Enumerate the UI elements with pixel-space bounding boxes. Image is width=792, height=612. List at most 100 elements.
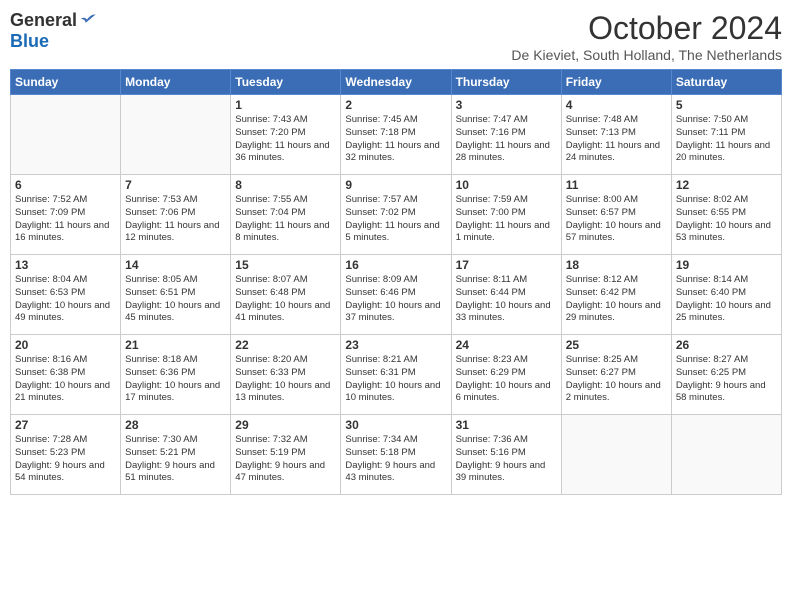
day-sun-data: Sunrise: 8:27 AM Sunset: 6:25 PM Dayligh… bbox=[676, 354, 777, 405]
day-sun-data: Sunrise: 8:21 AM Sunset: 6:31 PM Dayligh… bbox=[345, 354, 446, 405]
calendar-day-cell: 8Sunrise: 7:55 AM Sunset: 7:04 PM Daylig… bbox=[231, 175, 341, 255]
day-number: 8 bbox=[235, 178, 336, 192]
day-number: 28 bbox=[125, 418, 226, 432]
day-sun-data: Sunrise: 7:34 AM Sunset: 5:18 PM Dayligh… bbox=[345, 434, 446, 485]
page-header: General Blue October 2024 De Kieviet, So… bbox=[10, 10, 782, 63]
calendar-table: SundayMondayTuesdayWednesdayThursdayFrid… bbox=[10, 69, 782, 495]
calendar-week-row: 20 Sunrise: 8:16 AM Sunset: 6:38 PM Dayli… bbox=[11, 335, 782, 415]
calendar-day-cell: 4Sunrise: 7:48 AM Sunset: 7:13 PM Daylig… bbox=[561, 95, 671, 175]
calendar-day-cell: 10 Sunrise: 7:59 AM Sunset: 7:00 PM Dayli… bbox=[451, 175, 561, 255]
day-sun-data: Sunrise: 8:07 AM Sunset: 6:48 PM Dayligh… bbox=[235, 274, 336, 325]
day-of-week-header: Thursday bbox=[451, 70, 561, 95]
location-text: De Kieviet, South Holland, The Netherlan… bbox=[511, 47, 782, 63]
day-number: 6 bbox=[15, 178, 116, 192]
day-sun-data: Sunrise: 8:00 AM Sunset: 6:57 PM Dayligh… bbox=[566, 194, 667, 245]
day-sun-data: Sunrise: 8:11 AM Sunset: 6:44 PM Dayligh… bbox=[456, 274, 557, 325]
logo-bird-icon bbox=[79, 11, 99, 31]
day-number: 3 bbox=[456, 98, 557, 112]
calendar-day-cell: 1 Sunrise: 7:43 AM Sunset: 7:20 PM Daylig… bbox=[231, 95, 341, 175]
calendar-day-cell: 6 Sunrise: 7:52 AM Sunset: 7:09 PM Daylig… bbox=[11, 175, 121, 255]
day-number: 13 bbox=[15, 258, 116, 272]
calendar-day-cell: 26 Sunrise: 8:27 AM Sunset: 6:25 PM Dayli… bbox=[671, 335, 781, 415]
day-sun-data: Sunrise: 8:25 AM Sunset: 6:27 PM Dayligh… bbox=[566, 354, 667, 405]
calendar-day-cell: 16 Sunrise: 8:09 AM Sunset: 6:46 PM Dayli… bbox=[341, 255, 451, 335]
day-number: 25 bbox=[566, 338, 667, 352]
calendar-day-cell: 20 Sunrise: 8:16 AM Sunset: 6:38 PM Dayli… bbox=[11, 335, 121, 415]
day-of-week-header: Tuesday bbox=[231, 70, 341, 95]
logo: General Blue bbox=[10, 10, 99, 52]
calendar-day-cell: 28 Sunrise: 7:30 AM Sunset: 5:21 PM Dayli… bbox=[121, 415, 231, 495]
calendar-day-cell: 21 Sunrise: 8:18 AM Sunset: 6:36 PM Dayli… bbox=[121, 335, 231, 415]
day-sun-data: Sunrise: 7:32 AM Sunset: 5:19 PM Dayligh… bbox=[235, 434, 336, 485]
day-number: 4 bbox=[566, 98, 667, 112]
day-number: 21 bbox=[125, 338, 226, 352]
calendar-day-cell: 31 Sunrise: 7:36 AM Sunset: 5:16 PM Dayli… bbox=[451, 415, 561, 495]
day-sun-data: Sunrise: 7:43 AM Sunset: 7:20 PM Dayligh… bbox=[235, 114, 336, 165]
day-number: 1 bbox=[235, 98, 336, 112]
day-sun-data: Sunrise: 7:57 AM Sunset: 7:02 PM Dayligh… bbox=[345, 194, 446, 245]
calendar-day-cell bbox=[671, 415, 781, 495]
day-number: 16 bbox=[345, 258, 446, 272]
day-number: 30 bbox=[345, 418, 446, 432]
calendar-day-cell: 11 Sunrise: 8:00 AM Sunset: 6:57 PM Dayli… bbox=[561, 175, 671, 255]
day-sun-data: Sunrise: 8:23 AM Sunset: 6:29 PM Dayligh… bbox=[456, 354, 557, 405]
calendar-week-row: 1 Sunrise: 7:43 AM Sunset: 7:20 PM Daylig… bbox=[11, 95, 782, 175]
calendar-day-cell bbox=[561, 415, 671, 495]
day-sun-data: Sunrise: 8:16 AM Sunset: 6:38 PM Dayligh… bbox=[15, 354, 116, 405]
calendar-day-cell: 3 Sunrise: 7:47 AM Sunset: 7:16 PM Daylig… bbox=[451, 95, 561, 175]
day-sun-data: Sunrise: 7:47 AM Sunset: 7:16 PM Dayligh… bbox=[456, 114, 557, 165]
calendar-day-cell: 14Sunrise: 8:05 AM Sunset: 6:51 PM Dayli… bbox=[121, 255, 231, 335]
calendar-week-row: 27Sunrise: 7:28 AM Sunset: 5:23 PM Dayli… bbox=[11, 415, 782, 495]
calendar-day-cell: 27Sunrise: 7:28 AM Sunset: 5:23 PM Dayli… bbox=[11, 415, 121, 495]
day-number: 18 bbox=[566, 258, 667, 272]
day-number: 10 bbox=[456, 178, 557, 192]
calendar-day-cell: 30 Sunrise: 7:34 AM Sunset: 5:18 PM Dayli… bbox=[341, 415, 451, 495]
day-number: 14 bbox=[125, 258, 226, 272]
calendar-day-cell: 13Sunrise: 8:04 AM Sunset: 6:53 PM Dayli… bbox=[11, 255, 121, 335]
day-sun-data: Sunrise: 7:50 AM Sunset: 7:11 PM Dayligh… bbox=[676, 114, 777, 165]
calendar-day-cell: 19Sunrise: 8:14 AM Sunset: 6:40 PM Dayli… bbox=[671, 255, 781, 335]
calendar-day-cell: 25 Sunrise: 8:25 AM Sunset: 6:27 PM Dayli… bbox=[561, 335, 671, 415]
calendar-day-cell: 24Sunrise: 8:23 AM Sunset: 6:29 PM Dayli… bbox=[451, 335, 561, 415]
month-title: October 2024 bbox=[511, 10, 782, 47]
day-number: 2 bbox=[345, 98, 446, 112]
day-number: 29 bbox=[235, 418, 336, 432]
day-number: 31 bbox=[456, 418, 557, 432]
day-number: 11 bbox=[566, 178, 667, 192]
calendar-week-row: 6 Sunrise: 7:52 AM Sunset: 7:09 PM Daylig… bbox=[11, 175, 782, 255]
day-sun-data: Sunrise: 7:45 AM Sunset: 7:18 PM Dayligh… bbox=[345, 114, 446, 165]
calendar-day-cell: 29 Sunrise: 7:32 AM Sunset: 5:19 PM Dayli… bbox=[231, 415, 341, 495]
day-number: 7 bbox=[125, 178, 226, 192]
day-sun-data: Sunrise: 7:30 AM Sunset: 5:21 PM Dayligh… bbox=[125, 434, 226, 485]
day-number: 23 bbox=[345, 338, 446, 352]
day-number: 20 bbox=[15, 338, 116, 352]
day-of-week-header: Friday bbox=[561, 70, 671, 95]
day-sun-data: Sunrise: 7:53 AM Sunset: 7:06 PM Dayligh… bbox=[125, 194, 226, 245]
day-sun-data: Sunrise: 7:36 AM Sunset: 5:16 PM Dayligh… bbox=[456, 434, 557, 485]
calendar-day-cell: 9 Sunrise: 7:57 AM Sunset: 7:02 PM Daylig… bbox=[341, 175, 451, 255]
day-number: 15 bbox=[235, 258, 336, 272]
day-of-week-header: Saturday bbox=[671, 70, 781, 95]
day-sun-data: Sunrise: 7:59 AM Sunset: 7:00 PM Dayligh… bbox=[456, 194, 557, 245]
calendar-week-row: 13Sunrise: 8:04 AM Sunset: 6:53 PM Dayli… bbox=[11, 255, 782, 335]
logo-general-text: General bbox=[10, 10, 77, 31]
day-of-week-header: Monday bbox=[121, 70, 231, 95]
calendar-header-row: SundayMondayTuesdayWednesdayThursdayFrid… bbox=[11, 70, 782, 95]
day-number: 12 bbox=[676, 178, 777, 192]
day-number: 26 bbox=[676, 338, 777, 352]
day-sun-data: Sunrise: 8:09 AM Sunset: 6:46 PM Dayligh… bbox=[345, 274, 446, 325]
title-section: October 2024 De Kieviet, South Holland, … bbox=[511, 10, 782, 63]
day-number: 22 bbox=[235, 338, 336, 352]
calendar-day-cell: 2 Sunrise: 7:45 AM Sunset: 7:18 PM Daylig… bbox=[341, 95, 451, 175]
day-sun-data: Sunrise: 7:28 AM Sunset: 5:23 PM Dayligh… bbox=[15, 434, 116, 485]
day-of-week-header: Wednesday bbox=[341, 70, 451, 95]
day-sun-data: Sunrise: 7:52 AM Sunset: 7:09 PM Dayligh… bbox=[15, 194, 116, 245]
day-number: 5 bbox=[676, 98, 777, 112]
day-sun-data: Sunrise: 8:18 AM Sunset: 6:36 PM Dayligh… bbox=[125, 354, 226, 405]
calendar-day-cell: 7 Sunrise: 7:53 AM Sunset: 7:06 PM Daylig… bbox=[121, 175, 231, 255]
day-number: 9 bbox=[345, 178, 446, 192]
day-number: 17 bbox=[456, 258, 557, 272]
calendar-day-cell: 17 Sunrise: 8:11 AM Sunset: 6:44 PM Dayli… bbox=[451, 255, 561, 335]
calendar-day-cell: 12Sunrise: 8:02 AM Sunset: 6:55 PM Dayli… bbox=[671, 175, 781, 255]
calendar-day-cell: 5 Sunrise: 7:50 AM Sunset: 7:11 PM Daylig… bbox=[671, 95, 781, 175]
